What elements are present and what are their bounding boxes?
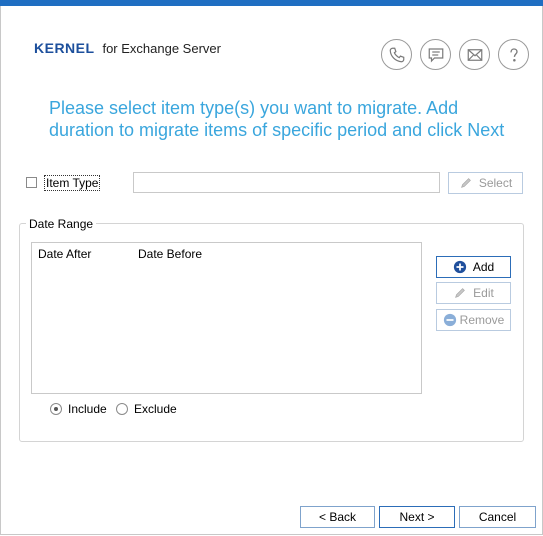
pencil-icon [459, 176, 473, 190]
brand-name: KERNEL [34, 40, 95, 56]
date-range-list[interactable] [31, 242, 422, 394]
next-button-label: Next > [399, 510, 435, 524]
back-button-label: < Back [318, 510, 357, 524]
help-icon[interactable] [498, 39, 529, 70]
item-type-label[interactable]: Item Type [44, 175, 101, 191]
edit-button-label: Edit [473, 286, 494, 300]
include-label[interactable]: Include [68, 402, 107, 416]
edit-button[interactable]: Edit [436, 282, 511, 304]
chat-icon[interactable] [420, 39, 451, 70]
cancel-button-label: Cancel [478, 510, 517, 524]
phone-icon[interactable] [381, 39, 412, 70]
back-button[interactable]: < Back [300, 506, 375, 528]
plus-icon [453, 260, 467, 274]
item-type-checkbox[interactable] [26, 177, 37, 188]
exclude-radio[interactable] [116, 403, 128, 415]
product-name: for Exchange Server [102, 41, 221, 56]
app-logo: KERNEL for Exchange Server [34, 40, 221, 56]
mail-icon[interactable] [459, 39, 490, 70]
date-range-title: Date Range [26, 217, 97, 231]
include-radio[interactable] [50, 403, 62, 415]
exclude-label[interactable]: Exclude [134, 402, 177, 416]
remove-button[interactable]: Remove [436, 309, 511, 331]
column-header-date-after[interactable]: Date After [38, 247, 91, 261]
add-button-label: Add [472, 260, 495, 274]
add-button[interactable]: Add [436, 256, 511, 278]
minus-icon [443, 313, 457, 327]
page-instruction: Please select item type(s) you want to m… [49, 98, 505, 140]
column-header-date-before[interactable]: Date Before [138, 247, 202, 261]
cancel-button[interactable]: Cancel [459, 506, 536, 528]
next-button[interactable]: Next > [379, 506, 455, 528]
select-button[interactable]: Select [448, 172, 523, 194]
select-button-label: Select [478, 176, 513, 190]
item-type-field[interactable] [133, 172, 440, 193]
pencil-icon [453, 286, 467, 300]
remove-button-label: Remove [459, 313, 505, 327]
